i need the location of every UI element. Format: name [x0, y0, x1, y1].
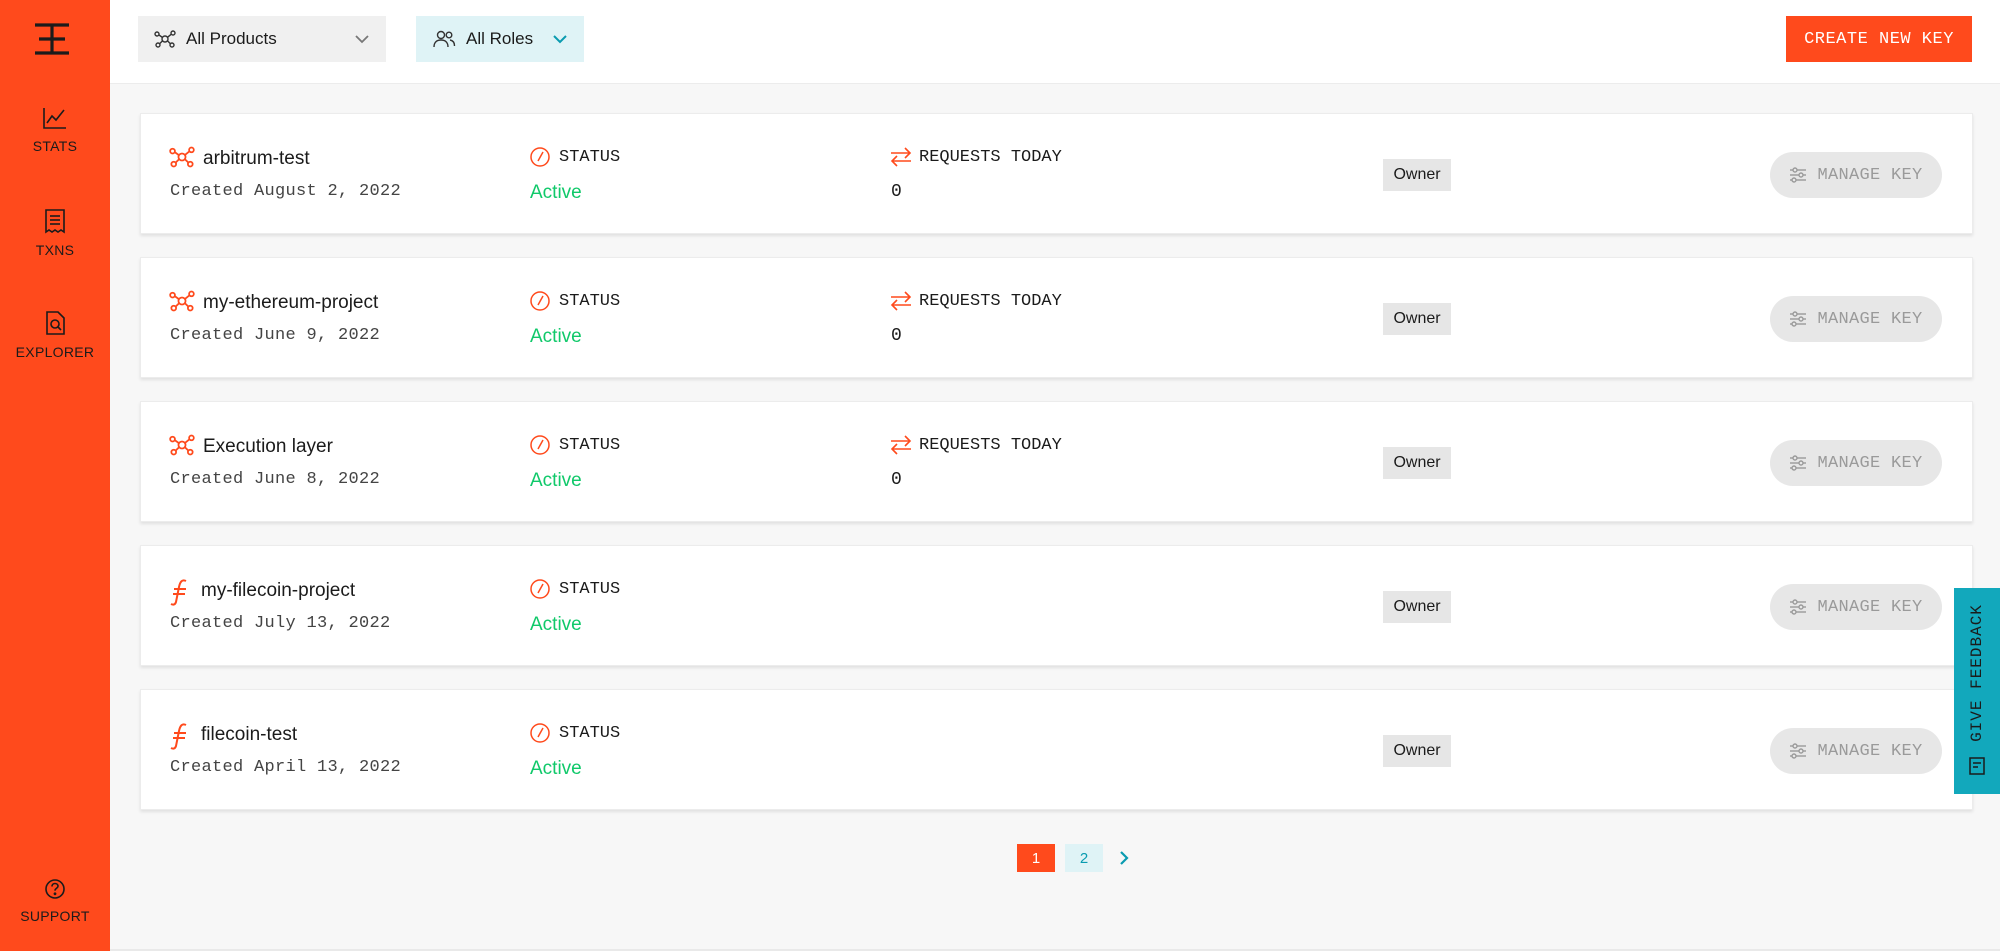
manage-key-button[interactable]: MANAGE KEY — [1770, 296, 1942, 342]
products-filter-select[interactable]: All Products — [138, 16, 386, 62]
requests-today-value: 0 — [891, 182, 902, 202]
gauge-icon — [530, 579, 550, 599]
manage-key-label: MANAGE KEY — [1817, 165, 1923, 185]
status-value: Active — [530, 758, 582, 779]
gauge-icon — [530, 147, 550, 167]
key-card: Execution layer Created June 8, 2022 STA… — [140, 401, 1973, 522]
help-circle-icon — [45, 879, 65, 899]
page-button-1[interactable]: 1 — [1017, 844, 1055, 872]
chevron-down-icon — [553, 35, 567, 44]
role-badge: Owner — [1383, 735, 1451, 767]
logo-icon[interactable] — [33, 22, 71, 56]
status-value: Active — [530, 326, 582, 347]
sidebar-item-stats[interactable]: STATS — [0, 106, 110, 154]
pagination: 1 2 — [1017, 844, 1131, 872]
sidebar-item-label: STATS — [32, 138, 78, 154]
status-label: STATUS — [559, 148, 621, 167]
network-icon — [154, 30, 176, 48]
sliders-icon — [1790, 743, 1807, 759]
manage-key-button[interactable]: MANAGE KEY — [1770, 584, 1942, 630]
manage-key-label: MANAGE KEY — [1817, 741, 1923, 761]
role-badge: Owner — [1383, 447, 1451, 479]
manage-key-button[interactable]: MANAGE KEY — [1770, 440, 1942, 486]
sliders-icon — [1790, 599, 1807, 615]
network-icon — [169, 146, 195, 168]
key-name: Execution layer — [203, 436, 333, 457]
key-card: my-filecoin-project Created July 13, 202… — [140, 545, 1973, 666]
status-label: STATUS — [559, 436, 621, 455]
key-created-date: Created April 13, 2022 — [170, 758, 402, 777]
page-button-2[interactable]: 2 — [1065, 844, 1103, 872]
sidebar-item-label: EXPLORER — [15, 344, 95, 360]
role-badge: Owner — [1383, 159, 1451, 191]
manage-key-label: MANAGE KEY — [1817, 453, 1923, 473]
manage-key-label: MANAGE KEY — [1817, 597, 1923, 617]
requests-today-label: REQUESTS TODAY — [919, 292, 1062, 311]
key-created-date: Created June 8, 2022 — [170, 470, 381, 489]
sidebar-item-label: TXNS — [35, 242, 75, 258]
roles-filter-value: All Roles — [466, 29, 534, 48]
filecoin-icon — [170, 579, 187, 606]
key-name: my-filecoin-project — [201, 580, 356, 601]
manage-key-button[interactable]: MANAGE KEY — [1770, 152, 1942, 198]
filecoin-icon — [170, 723, 187, 750]
give-feedback-tab[interactable]: GIVE FEEDBACK — [1954, 588, 2000, 794]
network-icon — [169, 434, 195, 456]
key-created-date: Created June 9, 2022 — [170, 326, 381, 345]
chart-line-icon — [43, 108, 66, 129]
sliders-icon — [1790, 455, 1807, 471]
chevron-right-icon[interactable] — [1117, 850, 1131, 866]
receipt-icon — [45, 209, 65, 234]
manage-key-button[interactable]: MANAGE KEY — [1770, 728, 1942, 774]
sliders-icon — [1790, 311, 1807, 327]
status-label: STATUS — [559, 580, 621, 599]
key-card: filecoin-test Created April 13, 2022 STA… — [140, 689, 1973, 810]
key-name: filecoin-test — [201, 724, 298, 745]
transfer-arrows-icon — [890, 291, 912, 311]
sidebar-item-explorer[interactable]: EXPLORER — [0, 310, 110, 360]
chevron-down-icon — [355, 35, 369, 44]
role-badge: Owner — [1383, 303, 1451, 335]
sidebar-item-txns[interactable]: TXNS — [0, 208, 110, 258]
feedback-icon — [1969, 757, 1985, 775]
key-created-date: Created August 2, 2022 — [170, 182, 402, 201]
status-label: STATUS — [559, 724, 621, 743]
sliders-icon — [1790, 167, 1807, 183]
sidebar-item-support[interactable]: SUPPORT — [0, 878, 110, 924]
requests-today-label: REQUESTS TODAY — [919, 148, 1062, 167]
key-name: my-ethereum-project — [203, 292, 379, 313]
roles-filter-select[interactable]: All Roles — [416, 16, 584, 62]
gauge-icon — [530, 291, 550, 311]
requests-today-value: 0 — [891, 470, 902, 490]
requests-today-value: 0 — [891, 326, 902, 346]
transfer-arrows-icon — [890, 147, 912, 167]
status-value: Active — [530, 470, 582, 491]
network-icon — [169, 290, 195, 312]
key-card: arbitrum-test Created August 2, 2022 STA… — [140, 113, 1973, 234]
requests-today-label: REQUESTS TODAY — [919, 436, 1062, 455]
gauge-icon — [530, 435, 550, 455]
top-bar: All Products All Roles CREATE NEW KEY — [110, 0, 2000, 84]
products-filter-value: All Products — [186, 29, 277, 48]
create-new-key-button[interactable]: CREATE NEW KEY — [1786, 16, 1972, 62]
manage-key-label: MANAGE KEY — [1817, 309, 1923, 329]
status-label: STATUS — [559, 292, 621, 311]
users-icon — [433, 30, 456, 48]
sidebar-item-label: SUPPORT — [20, 908, 90, 924]
status-value: Active — [530, 614, 582, 635]
key-created-date: Created July 13, 2022 — [170, 614, 391, 633]
role-badge: Owner — [1383, 591, 1451, 623]
key-card: my-ethereum-project Created June 9, 2022… — [140, 257, 1973, 378]
sidebar: STATS TXNS EXPLORER SUPPORT — [0, 0, 110, 951]
key-name: arbitrum-test — [203, 148, 310, 169]
file-search-icon — [46, 311, 65, 335]
gauge-icon — [530, 723, 550, 743]
status-value: Active — [530, 182, 582, 203]
transfer-arrows-icon — [890, 435, 912, 455]
give-feedback-label: GIVE FEEDBACK — [1968, 604, 1986, 742]
